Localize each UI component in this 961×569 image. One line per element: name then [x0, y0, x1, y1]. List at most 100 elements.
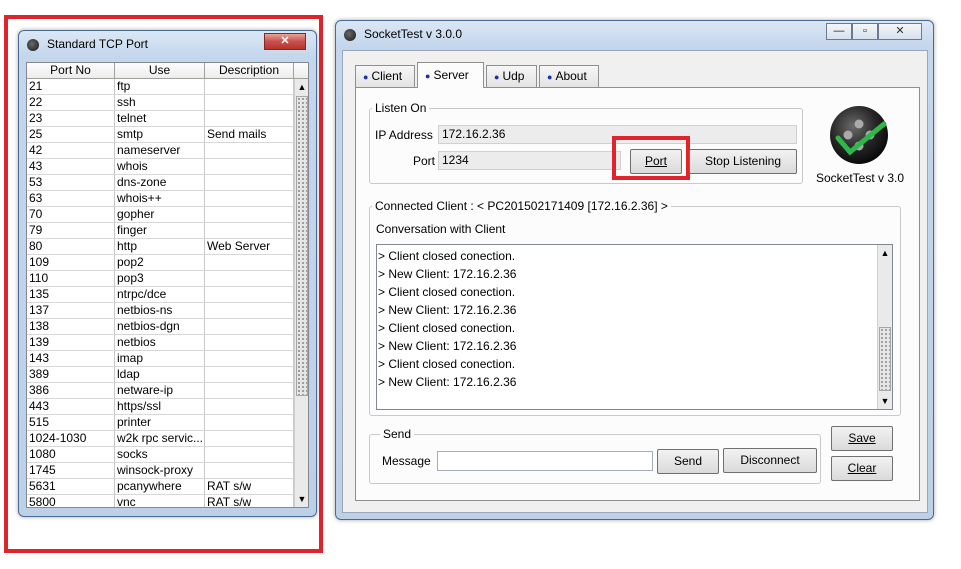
port-no-cell: 5800	[27, 495, 115, 507]
use-cell: imap	[115, 351, 205, 367]
connected-client-label: Connected Client : < PC201502171409 [172…	[372, 199, 671, 213]
port-table-scrollbar[interactable]: ▲ ▼	[294, 79, 308, 507]
app-icon	[27, 39, 39, 51]
table-row[interactable]: 143 imap	[27, 351, 294, 367]
scroll-up-icon[interactable]: ▲	[295, 79, 308, 95]
port-no-cell: 139	[27, 335, 115, 351]
table-row[interactable]: 43 whois	[27, 159, 294, 175]
table-row[interactable]: 25 smtp Send mails	[27, 127, 294, 143]
table-row[interactable]: 139 netbios	[27, 335, 294, 351]
scroll-down-icon[interactable]: ▼	[878, 393, 892, 409]
tab-server[interactable]: ● Server	[417, 62, 484, 88]
minimize-button[interactable]: —	[826, 23, 852, 40]
maximize-button[interactable]: ▫	[852, 23, 878, 40]
description-cell	[205, 351, 294, 367]
message-label: Message	[382, 454, 431, 468]
conversation-log[interactable]: > Client closed conection. > New Client: …	[376, 244, 893, 410]
column-header-port-no[interactable]: Port No	[27, 63, 115, 79]
description-cell	[205, 367, 294, 383]
tab-dot-icon: ●	[363, 72, 369, 82]
port-no-cell: 80	[27, 239, 115, 255]
table-row[interactable]: 21 ftp	[27, 79, 294, 95]
table-row[interactable]: 5631 pcanywhere RAT s/w	[27, 479, 294, 495]
port-no-cell: 143	[27, 351, 115, 367]
port-no-cell: 25	[27, 127, 115, 143]
table-row[interactable]: 79 finger	[27, 223, 294, 239]
table-row[interactable]: 22 ssh	[27, 95, 294, 111]
table-row[interactable]: 1024-1030 w2k rpc servic...	[27, 431, 294, 447]
table-row[interactable]: 389 ldap	[27, 367, 294, 383]
use-cell: ftp	[115, 79, 205, 95]
listen-on-label: Listen On	[372, 101, 430, 115]
log-line: > New Client: 172.16.2.36	[378, 303, 517, 317]
port-no-cell: 53	[27, 175, 115, 191]
tab-dot-icon: ●	[425, 71, 431, 81]
close-button[interactable]: ✕	[878, 23, 922, 40]
table-row[interactable]: 70 gopher	[27, 207, 294, 223]
send-button[interactable]: Send	[657, 449, 719, 474]
table-row[interactable]: 110 pop3	[27, 271, 294, 287]
log-scrollbar[interactable]: ▲ ▼	[877, 245, 892, 409]
table-row[interactable]: 135 ntrpc/dce	[27, 287, 294, 303]
column-header-use[interactable]: Use	[115, 63, 205, 79]
table-row[interactable]: 109 pop2	[27, 255, 294, 271]
close-button[interactable]: ✕	[264, 33, 306, 50]
use-cell: netware-ip	[115, 383, 205, 399]
description-cell	[205, 303, 294, 319]
table-row[interactable]: 42 nameserver	[27, 143, 294, 159]
port-no-cell: 23	[27, 111, 115, 127]
tab-dot-icon: ●	[547, 72, 553, 82]
description-cell	[205, 207, 294, 223]
tab-client[interactable]: ● Client	[355, 65, 415, 87]
table-row[interactable]: 63 whois++	[27, 191, 294, 207]
table-row[interactable]: 23 telnet	[27, 111, 294, 127]
description-cell	[205, 399, 294, 415]
table-row[interactable]: 443 https/ssl	[27, 399, 294, 415]
stop-listening-button[interactable]: Stop Listening	[689, 149, 797, 174]
table-row[interactable]: 53 dns-zone	[27, 175, 294, 191]
column-header-description[interactable]: Description	[205, 63, 294, 79]
clear-button[interactable]: Clear	[831, 456, 893, 481]
tab-udp[interactable]: ● Udp	[486, 65, 537, 87]
description-cell: Web Server	[205, 239, 294, 255]
table-row[interactable]: 515 printer	[27, 415, 294, 431]
description-cell	[205, 415, 294, 431]
description-cell	[205, 79, 294, 95]
use-cell: vnc	[115, 495, 205, 507]
table-row[interactable]: 138 netbios-dgn	[27, 319, 294, 335]
tab-about[interactable]: ● About	[539, 65, 599, 87]
description-cell: RAT s/w	[205, 495, 294, 507]
table-row[interactable]: 80 http Web Server	[27, 239, 294, 255]
table-row[interactable]: 386 netware-ip	[27, 383, 294, 399]
use-cell: ntrpc/dce	[115, 287, 205, 303]
tab-dot-icon: ●	[494, 72, 500, 82]
use-cell: netbios-ns	[115, 303, 205, 319]
port-label: Port	[413, 154, 436, 168]
port-no-cell: 138	[27, 319, 115, 335]
table-row[interactable]: 137 netbios-ns	[27, 303, 294, 319]
save-button[interactable]: Save	[831, 426, 893, 451]
port-field[interactable]: 1234	[438, 151, 621, 170]
port-no-cell: 70	[27, 207, 115, 223]
port-no-cell: 109	[27, 255, 115, 271]
port-no-cell: 137	[27, 303, 115, 319]
table-row[interactable]: 1745 winsock-proxy	[27, 463, 294, 479]
port-no-cell: 1745	[27, 463, 115, 479]
message-input[interactable]	[437, 451, 653, 471]
table-row[interactable]: 5800 vnc RAT s/w	[27, 495, 294, 507]
description-cell: Send mails	[205, 127, 294, 143]
port-no-cell: 135	[27, 287, 115, 303]
table-row[interactable]: 1080 socks	[27, 447, 294, 463]
use-cell: telnet	[115, 111, 205, 127]
port-no-cell: 515	[27, 415, 115, 431]
description-cell: RAT s/w	[205, 479, 294, 495]
scroll-down-icon[interactable]: ▼	[295, 491, 308, 507]
scroll-thumb[interactable]	[879, 327, 891, 391]
port-no-cell: 42	[27, 143, 115, 159]
disconnect-button[interactable]: Disconnect	[723, 448, 817, 473]
scroll-thumb[interactable]	[296, 96, 308, 396]
scroll-up-icon[interactable]: ▲	[878, 245, 892, 261]
use-cell: smtp	[115, 127, 205, 143]
description-cell	[205, 287, 294, 303]
port-no-cell: 21	[27, 79, 115, 95]
